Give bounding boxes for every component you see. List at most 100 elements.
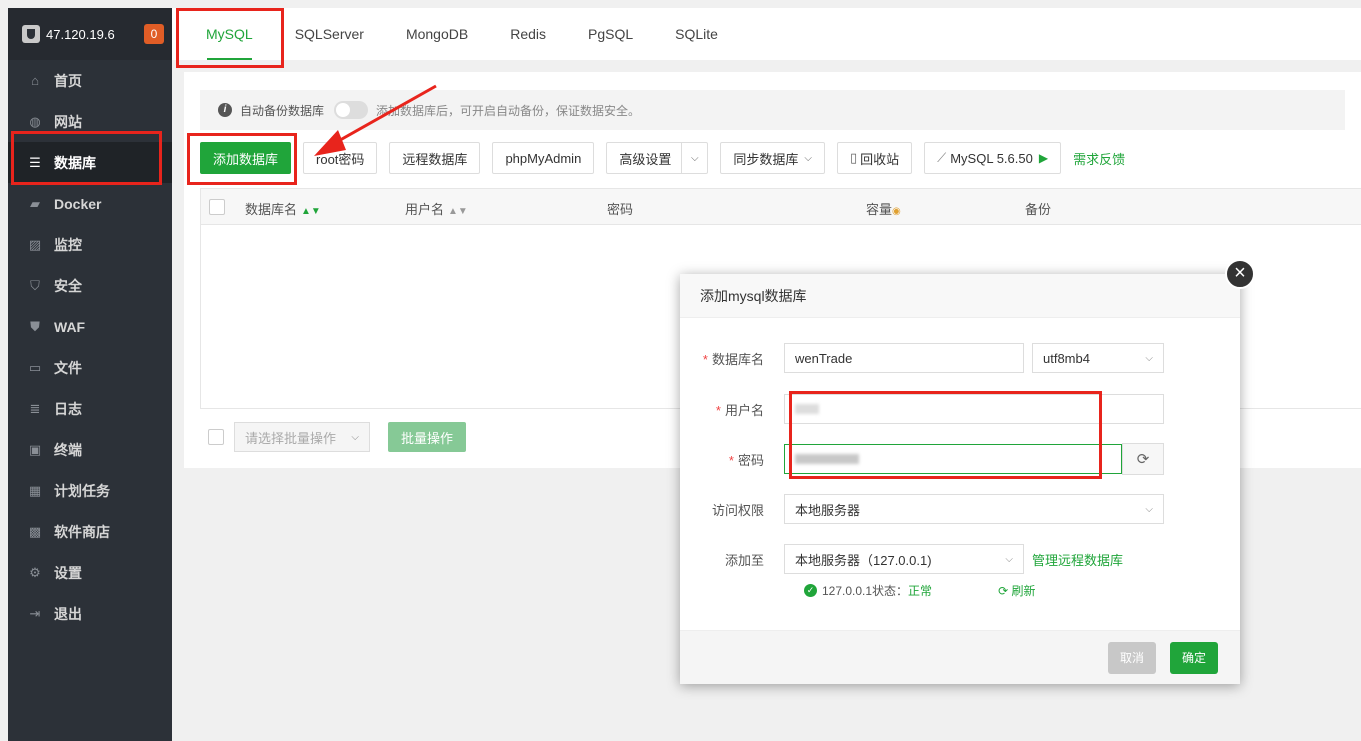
column-username-label: 用户名 xyxy=(405,202,445,217)
db-name-input[interactable]: wenTrade xyxy=(784,343,1024,373)
sort-icon: ▲▼ xyxy=(448,206,468,217)
refresh-status-link[interactable]: ⟳ 刷新 xyxy=(998,582,1035,599)
column-capacity: 容量◉ xyxy=(866,199,901,218)
db-name-row: * 数据库名 wenTrade utf8mb4 ⌵ xyxy=(680,343,1164,373)
tab-redis[interactable]: Redis xyxy=(489,8,567,60)
tool-icon: ⟋ xyxy=(937,150,947,165)
add-to-row: 添加至 本地服务器（127.0.0.1) ⌵ 管理远程数据库 xyxy=(680,544,1123,574)
chevron-down-icon: ⌵ xyxy=(351,431,359,443)
column-db-name[interactable]: 数据库名 ▲▼ xyxy=(245,199,321,218)
sidebar-item-label: 文件 xyxy=(54,359,82,376)
sidebar-item-12[interactable]: ⚙ 设置 xyxy=(8,552,172,593)
sidebar-item-5[interactable]: ⛉ 安全 xyxy=(8,265,172,306)
sidebar-item-10[interactable]: ▦ 计划任务 xyxy=(8,470,172,511)
annotation-box-credentials xyxy=(789,391,1102,479)
sync-database-label: 同步数据库 xyxy=(733,151,799,167)
tab-mongodb[interactable]: MongoDB xyxy=(385,8,489,60)
recycle-bin-label: 回收站 xyxy=(860,151,900,167)
notification-badge[interactable]: 0 xyxy=(144,24,164,44)
monitor-icon: ▨ xyxy=(28,236,42,252)
log-icon: ≣ xyxy=(29,400,41,416)
select-all-checkbox[interactable] xyxy=(209,199,225,215)
logo-icon xyxy=(22,25,40,43)
phpmyadmin-button[interactable]: phpMyAdmin xyxy=(492,142,595,174)
terminal-icon: ▣ xyxy=(28,441,42,457)
apps-icon: ▩ xyxy=(28,523,42,539)
sidebar-item-6[interactable]: ⛊ WAF xyxy=(8,306,172,347)
play-icon: ▶ xyxy=(1038,151,1049,165)
sidebar-item-label: 计划任务 xyxy=(54,482,110,499)
recycle-bin-button[interactable]: ▯ 回收站 xyxy=(836,142,913,174)
sidebar-item-label: 安全 xyxy=(54,277,82,294)
sidebar-item-4[interactable]: ▨ 监控 xyxy=(8,224,172,265)
batch-operation-select[interactable]: 请选择批量操作 ⌵ xyxy=(234,422,370,452)
charset-value: utf8mb4 xyxy=(1043,350,1090,366)
sidebar-item-label: 日志 xyxy=(54,400,82,417)
globe-icon: ◍ xyxy=(29,113,41,129)
charset-select[interactable]: utf8mb4 ⌵ xyxy=(1032,343,1164,373)
add-mysql-database-dialog: 添加mysql数据库 * 数据库名 wenTrade utf8mb4 ⌵ * 用户名… xyxy=(680,274,1240,684)
tab-sqlite[interactable]: SQLite xyxy=(654,8,739,60)
batch-select-placeholder: 请选择批量操作 xyxy=(245,430,337,446)
access-select[interactable]: 本地服务器 ⌵ xyxy=(784,494,1164,524)
sidebar-item-label: Docker xyxy=(54,195,102,212)
folder-icon: ▭ xyxy=(28,359,42,375)
close-dialog-icon[interactable]: × xyxy=(1225,259,1255,289)
waf-shield-icon: ⛊ xyxy=(30,318,40,334)
column-capacity-label: 容量 xyxy=(866,202,893,217)
docker-icon: ▰ xyxy=(30,195,40,211)
annotation-arrow xyxy=(314,84,437,156)
dialog-footer: 取消 确定 xyxy=(680,630,1240,684)
status-value: 正常 xyxy=(908,584,933,598)
advanced-settings-button[interactable]: 高级设置 ⌵ xyxy=(606,142,709,174)
sidebar-item-0[interactable]: ⌂ 首页 xyxy=(8,60,172,101)
username-label: * 用户名 xyxy=(715,402,764,418)
tab-pgsql[interactable]: PgSQL xyxy=(567,8,654,60)
refresh-icon: ⟳ xyxy=(1136,451,1150,468)
chevron-down-icon: ⌵ xyxy=(1145,352,1153,364)
column-backup: 备份 xyxy=(1025,202,1052,217)
cancel-button[interactable]: 取消 xyxy=(1108,642,1157,674)
batch-operation-button[interactable]: 批量操作 xyxy=(388,422,467,452)
password-label: * 密码 xyxy=(728,452,764,468)
add-to-value: 本地服务器（127.0.0.1) xyxy=(795,552,932,568)
shield-icon: ⛉ xyxy=(30,277,40,293)
add-to-select[interactable]: 本地服务器（127.0.0.1) ⌵ xyxy=(784,544,1024,574)
advanced-settings-label: 高级设置 xyxy=(619,151,672,167)
server-status: ✓ 127.0.0.1状态： 正常 ⟳ 刷新 xyxy=(804,582,1035,599)
add-to-label: 添加至 xyxy=(724,552,764,568)
sidebar-item-13[interactable]: ⇥ 退出 xyxy=(8,593,172,634)
db-name-label: * 数据库名 xyxy=(702,351,764,367)
column-db-name-label: 数据库名 xyxy=(245,202,298,217)
manage-remote-db-link[interactable]: 管理远程数据库 xyxy=(1032,550,1123,569)
generate-password-button[interactable]: ⟳ xyxy=(1122,443,1164,475)
sidebar-item-label: WAF xyxy=(54,318,86,335)
confirm-button[interactable]: 确定 xyxy=(1170,642,1219,674)
feedback-link[interactable]: 需求反馈 xyxy=(1073,149,1125,168)
sidebar-item-9[interactable]: ▣ 终端 xyxy=(8,429,172,470)
sidebar-item-label: 设置 xyxy=(54,564,82,581)
refresh-icon: ⟳ xyxy=(998,584,1009,598)
calendar-icon: ▦ xyxy=(28,482,42,498)
check-circle-icon: ✓ xyxy=(804,584,817,597)
status-prefix: 127.0.0.1状态： xyxy=(822,584,909,598)
batch-checkbox[interactable] xyxy=(208,429,224,445)
home-icon: ⌂ xyxy=(31,72,39,88)
tab-sqlserver[interactable]: SQLServer xyxy=(274,8,385,60)
sidebar-item-label: 监控 xyxy=(54,236,82,253)
column-password: 密码 xyxy=(607,202,634,217)
sidebar-item-label: 软件商店 xyxy=(54,523,110,540)
sidebar-item-7[interactable]: ▭ 文件 xyxy=(8,347,172,388)
sidebar: 47.120.19.6 0 ⌂ 首页 ◍ 网站 ☰ 数据库 ▰ Docker ▨ 监控 ⛉ 安全 ⛊ WA… xyxy=(8,8,172,741)
eye-icon[interactable]: ◉ xyxy=(892,206,901,217)
annotation-box-mysql-tab xyxy=(176,8,284,68)
chevron-down-icon: ⌵ xyxy=(1005,553,1013,565)
sync-database-button[interactable]: 同步数据库 ⌵ xyxy=(720,142,825,174)
sidebar-item-11[interactable]: ▩ 软件商店 xyxy=(8,511,172,552)
sidebar-item-3[interactable]: ▰ Docker xyxy=(8,183,172,224)
trash-icon: ▯ xyxy=(849,150,858,165)
column-username[interactable]: 用户名 ▲▼ xyxy=(405,199,468,218)
sidebar-item-8[interactable]: ≣ 日志 xyxy=(8,388,172,429)
chevron-down-icon[interactable]: ⌵ xyxy=(681,143,707,173)
mysql-version-button[interactable]: ⟋ MySQL 5.6.50 ▶ xyxy=(924,142,1062,174)
